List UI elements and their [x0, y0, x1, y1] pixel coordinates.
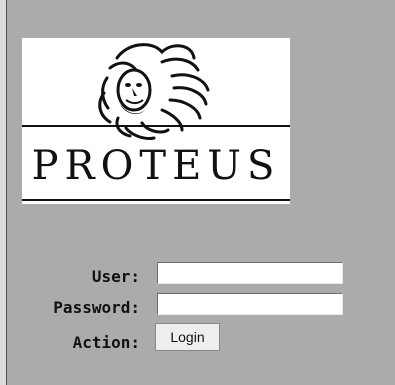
user-input[interactable] [157, 262, 343, 284]
login-button[interactable]: Login [155, 323, 220, 351]
proteus-logo: PROTEUS [22, 38, 290, 204]
logo-wordmark: PROTEUS [31, 143, 281, 189]
user-label: User: [91, 267, 140, 286]
action-label: Action: [72, 333, 140, 352]
window-left-edge [0, 0, 7, 385]
password-label: Password: [53, 298, 140, 317]
password-input[interactable] [157, 293, 343, 315]
